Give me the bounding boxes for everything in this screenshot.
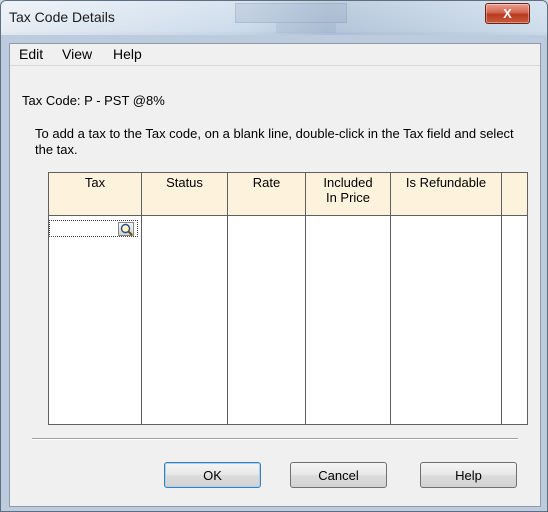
tax-code-details-window: Tax Code Details X Edit View Help Tax Co… (0, 0, 548, 512)
column-tax: Tax (49, 173, 142, 424)
background-window-ghost (235, 3, 347, 23)
column-rate: Rate (228, 173, 306, 424)
lookup-button[interactable] (118, 222, 134, 236)
column-header-rate[interactable]: Rate (228, 173, 305, 215)
cancel-button[interactable]: Cancel (290, 462, 387, 488)
column-header-included-in-price[interactable]: Included In Price (306, 173, 390, 215)
menu-view[interactable]: View (62, 46, 92, 62)
magnifier-icon (120, 223, 133, 236)
column-header-status[interactable]: Status (142, 173, 227, 215)
tax-field-input[interactable] (49, 220, 138, 237)
divider (32, 438, 518, 440)
menu-bar: Edit View Help (10, 44, 540, 66)
background-window-ghost (276, 23, 336, 33)
column-included-in-price: Included In Price (306, 173, 391, 424)
window-title: Tax Code Details (9, 9, 115, 25)
instruction-text: To add a tax to the Tax code, on a blank… (35, 126, 514, 157)
menu-edit[interactable]: Edit (19, 46, 43, 62)
close-button[interactable]: X (485, 3, 530, 24)
column-header-is-refundable[interactable]: Is Refundable (391, 173, 501, 215)
ok-button[interactable]: OK (164, 462, 261, 488)
column-header-tax[interactable]: Tax (49, 173, 141, 215)
dialog-client-area: Edit View Help Tax Code: P - PST @8% To … (9, 43, 541, 507)
close-icon: X (503, 6, 512, 21)
column-status: Status (142, 173, 228, 424)
help-button[interactable]: Help (420, 462, 517, 488)
tax-code-label: Tax Code: P - PST @8% (22, 93, 165, 108)
tax-grid[interactable]: Tax Status Rate Included In Price Is Ref… (48, 172, 528, 425)
menu-help[interactable]: Help (113, 46, 142, 62)
title-bar[interactable]: Tax Code Details X (1, 1, 547, 35)
column-is-refundable: Is Refundable (391, 173, 502, 424)
